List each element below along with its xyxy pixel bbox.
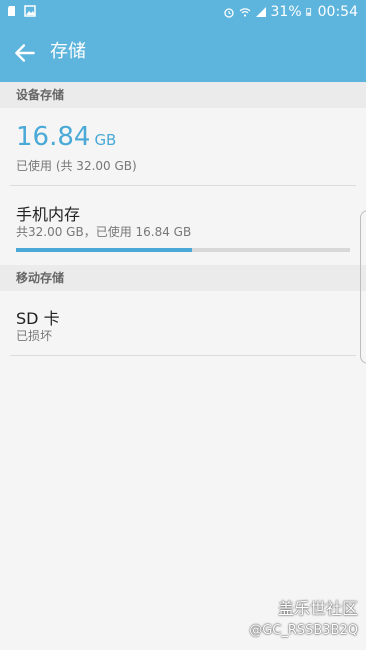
wifi-icon [239, 8, 250, 17]
device-storage-label: 设备存储 [16, 88, 65, 102]
battery-icon [305, 8, 311, 16]
back-arrow-icon[interactable] [12, 40, 38, 66]
page-title: 存储 [50, 41, 86, 62]
used-summary: 已使用 (共 32.00 GB) [16, 159, 137, 173]
total-used-unit: GB [94, 131, 117, 149]
device-storage-header: 设备存储 [0, 82, 366, 108]
app-bar: 存储 [0, 24, 366, 82]
internal-storage-progress [16, 248, 350, 252]
sd-card-title: SD 卡 [16, 309, 60, 328]
internal-storage-progress-fill [16, 248, 192, 252]
removable-storage-header: 移动存储 [0, 265, 366, 291]
watermark-site: 盖乐世社区 [277, 599, 358, 618]
divider [10, 355, 356, 356]
sd-card-status: 已损坏 [16, 329, 53, 343]
internal-storage-title: 手机内存 [16, 205, 81, 224]
battery-percent: 31% [270, 4, 302, 20]
alarm-icon [223, 8, 234, 18]
status-indicators: 31% 00:54 [223, 3, 358, 21]
total-used-value: 16.84 GB [16, 121, 116, 156]
watermark: 盖乐世社区 @GC_RSSB3B2Q [249, 598, 358, 642]
removable-storage-label: 移动存储 [16, 271, 65, 285]
signal-icon [255, 7, 266, 17]
edge-panel-handle[interactable] [360, 210, 366, 364]
image-icon [24, 5, 36, 17]
clock: 00:54 [317, 4, 358, 20]
watermark-tag: @GC_RSSB3B2Q [249, 623, 358, 638]
sd-card-icon [8, 6, 15, 16]
divider [10, 185, 356, 186]
status-bar: 31% 00:54 [0, 0, 366, 24]
total-used-number: 16.84 [16, 122, 91, 152]
notification-icons [6, 5, 36, 17]
internal-storage-subtitle: 共32.00 GB，已使用 16.84 GB [16, 225, 192, 239]
